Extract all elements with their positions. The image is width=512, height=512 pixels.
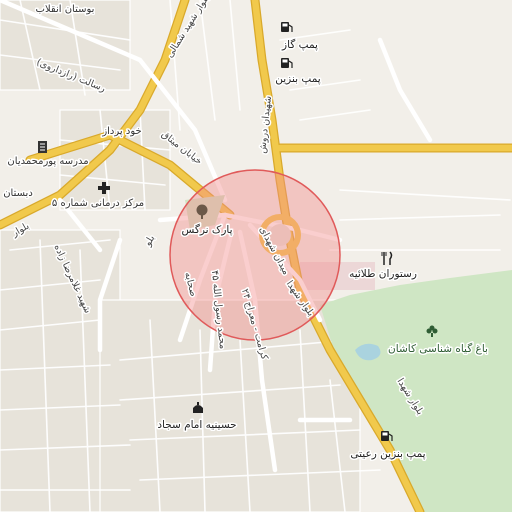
label-markaz: مرکز درمانی شماره ۵ xyxy=(52,198,144,209)
label-pomp-rajabi: پمپ بنزین رعیتی xyxy=(350,448,425,460)
label-dabestan: دبستان xyxy=(3,188,33,199)
map-view[interactable]: بوستان انقلاب بلوار شهید شمالی پمپ گاز پ… xyxy=(0,0,512,512)
label-pomp-benzin-top: پمپ بنزین xyxy=(275,73,321,85)
label-restoran: رستوران طلائیه xyxy=(349,268,417,280)
label-pomp-gaz: پمپ گاز xyxy=(281,38,318,51)
label-bostan: بوستان انقلاب xyxy=(36,4,95,15)
label-bagh: باغ گیاه شناسی کاشان xyxy=(388,342,488,355)
map-canvas[interactable]: بوستان انقلاب بلوار شهید شمالی پمپ گاز پ… xyxy=(0,0,512,512)
label-hosseinieh: حسینیه امام سجاد xyxy=(157,419,236,431)
label-khod-pardaz: خود پرداز xyxy=(101,126,141,137)
school-icon[interactable] xyxy=(38,141,47,153)
label-madrese: مدرسه پورمحمدیان xyxy=(7,156,88,167)
label-park-narges: پارک نرگس xyxy=(181,223,232,236)
